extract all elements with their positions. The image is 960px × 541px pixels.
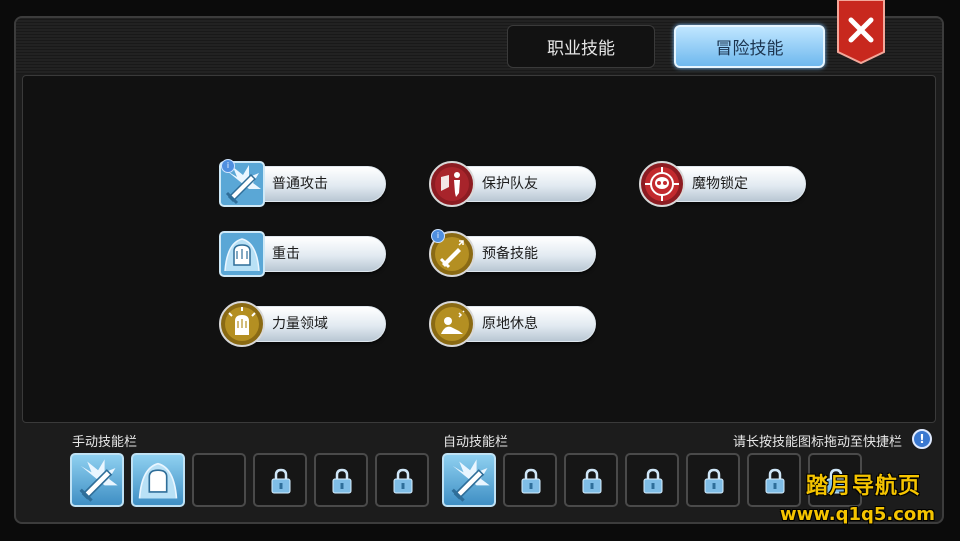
lock-icon [765, 468, 785, 494]
manual-slot-3[interactable] [192, 453, 246, 507]
watermark-title: 踏月导航页 [806, 474, 922, 499]
manual-slot-6[interactable] [375, 453, 429, 507]
shield-ally-icon [429, 161, 475, 207]
auto-slot-2[interactable] [503, 453, 557, 507]
fist-strike-icon [138, 462, 178, 499]
skill-protect-ally[interactable]: 保护队友 [429, 161, 599, 207]
manual-slot-2[interactable] [131, 453, 185, 507]
monster-target-icon [639, 161, 685, 207]
exclamation-icon[interactable]: ! [912, 429, 932, 449]
auto-bar-label: 自动技能栏 [443, 435, 509, 450]
skill-rest[interactable]: 原地休息 [429, 301, 599, 347]
manual-slot-4[interactable] [253, 453, 307, 507]
close-button[interactable] [836, 0, 886, 64]
manual-bar-label: 手动技能栏 [72, 435, 138, 450]
auto-slot-3[interactable] [564, 453, 618, 507]
info-badge[interactable]: i [221, 159, 235, 173]
watermark-url: www.q1q5.com [780, 504, 936, 525]
close-x-icon [837, 0, 885, 64]
auto-slot-5[interactable] [686, 453, 740, 507]
auto-slot-4[interactable] [625, 453, 679, 507]
power-fist-icon [219, 301, 265, 347]
drag-hint: 请长按技能图标拖动至快捷栏 [733, 435, 903, 450]
rest-icon [429, 301, 475, 347]
manual-slot-1[interactable] [70, 453, 124, 507]
lock-icon [521, 468, 541, 494]
skill-monster-lock[interactable]: 魔物锁定 [639, 161, 809, 207]
sword-burst-icon [79, 459, 118, 502]
auto-slot-1[interactable] [442, 453, 496, 507]
sword-burst-icon [451, 459, 490, 502]
skill-normal-attack[interactable]: 普通攻击 i [219, 159, 389, 207]
auto-slot-6[interactable] [747, 453, 801, 507]
lock-icon [582, 468, 602, 494]
skill-prepare[interactable]: 预备技能 i [429, 229, 599, 277]
manual-slot-5[interactable] [314, 453, 368, 507]
tab-job-skills[interactable]: 职业技能 [507, 25, 655, 68]
info-badge[interactable]: i [431, 229, 445, 243]
skill-heavy-strike[interactable]: 重击 [219, 231, 389, 277]
lock-icon [704, 468, 724, 494]
skill-power-field[interactable]: 力量领域 [219, 301, 389, 347]
lock-icon [271, 468, 291, 494]
tab-adventure-skills[interactable]: 冒险技能 [674, 25, 825, 68]
fist-strike-icon [219, 231, 265, 277]
lock-icon [332, 468, 352, 494]
lock-icon [643, 468, 663, 494]
lock-icon [393, 468, 413, 494]
